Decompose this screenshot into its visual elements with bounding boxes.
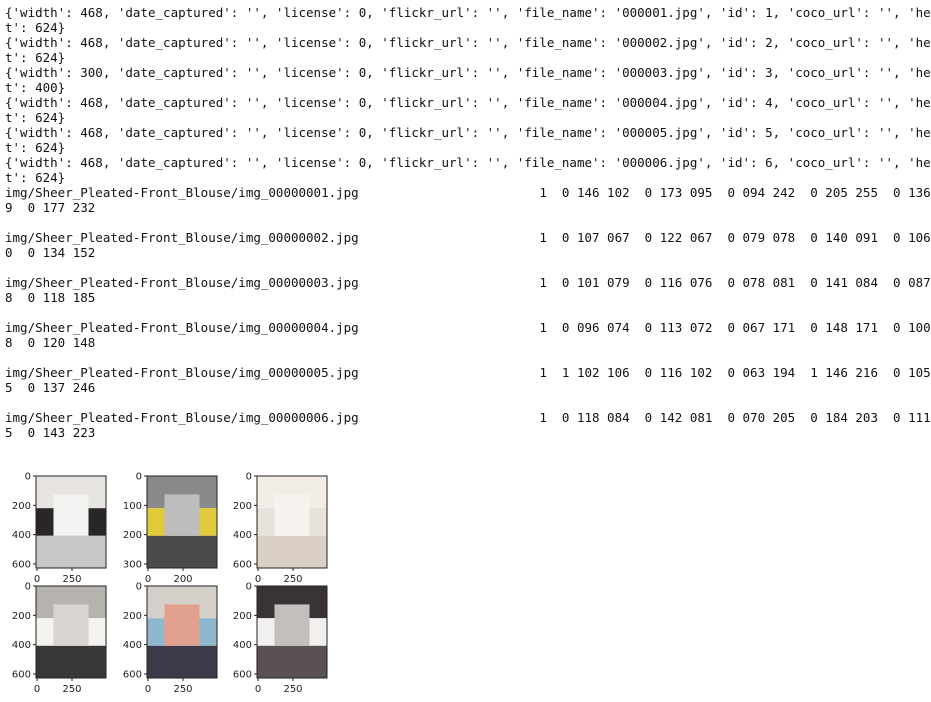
y-tick-label: 400 — [233, 530, 252, 541]
y-tick-label: 400 — [233, 640, 252, 651]
output-line: {'width': 468, 'date_captured': '', 'lic… — [5, 35, 931, 50]
image-region — [36, 645, 106, 678]
cell-output-text: {'width': 468, 'date_captured': '', 'lic… — [5, 5, 931, 440]
y-tick-label: 400 — [123, 640, 142, 651]
output-line: {'width': 468, 'date_captured': '', 'lic… — [5, 95, 931, 110]
y-tick-label: 0 — [25, 582, 31, 593]
thumbnail-image-1 — [36, 476, 106, 568]
y-tick-label: 100 — [123, 501, 142, 512]
y-tick-label: 400 — [12, 640, 31, 651]
output-line: 9 0 177 232 — [5, 200, 96, 215]
y-tick-label: 600 — [12, 670, 31, 681]
output-line: img/Sheer_Pleated-Front_Blouse/img_00000… — [5, 320, 931, 335]
y-tick-label: 0 — [136, 582, 142, 593]
x-tick-label: 0 — [255, 684, 261, 695]
output-line: 5 0 137 246 — [5, 380, 96, 395]
x-tick-label: 250 — [62, 574, 81, 585]
y-tick-label: 0 — [136, 472, 142, 483]
y-tick-label: 0 — [246, 472, 252, 483]
y-tick-label: 400 — [12, 530, 31, 541]
thumbnail-image-5 — [147, 586, 217, 678]
output-line: img/Sheer_Pleated-Front_Blouse/img_00000… — [5, 410, 931, 425]
y-tick-label: 0 — [25, 472, 31, 483]
x-tick-label: 0 — [145, 684, 151, 695]
output-line: t': 624} — [5, 140, 66, 155]
output-line: t': 624} — [5, 170, 66, 185]
y-tick-label: 200 — [123, 611, 142, 622]
output-line: img/Sheer_Pleated-Front_Blouse/img_00000… — [5, 365, 931, 380]
y-tick-label: 0 — [246, 582, 252, 593]
image-region — [164, 604, 200, 646]
y-tick-label: 200 — [12, 611, 31, 622]
output-line: img/Sheer_Pleated-Front_Blouse/img_00000… — [5, 230, 931, 245]
y-tick-label: 200 — [233, 611, 252, 622]
x-tick-label: 0 — [255, 574, 261, 585]
output-line: 0 0 134 152 — [5, 245, 96, 260]
y-tick-label: 600 — [123, 670, 142, 681]
image-region — [147, 535, 217, 568]
x-tick-label: 200 — [173, 574, 192, 585]
output-line: 8 0 118 185 — [5, 290, 96, 305]
output-line: t': 624} — [5, 110, 66, 125]
image-grid-figure: 02004006000 25001002003000 20002004006000 2… — [12, 472, 328, 695]
y-tick-label: 600 — [12, 560, 31, 571]
image-region — [257, 645, 327, 678]
image-region — [274, 604, 310, 646]
thumbnail-image-3 — [257, 476, 327, 568]
image-region — [147, 645, 217, 678]
y-tick-label: 200 — [233, 501, 252, 512]
output-line: t': 624} — [5, 50, 66, 65]
output-line: img/Sheer_Pleated-Front_Blouse/img_00000… — [5, 275, 931, 290]
image-region — [257, 535, 327, 568]
thumbnail-image-6 — [257, 586, 327, 678]
x-tick-label: 250 — [283, 574, 302, 585]
output-line: 5 0 143 223 — [5, 425, 96, 440]
output-line: {'width': 468, 'date_captured': '', 'lic… — [5, 5, 931, 20]
output-line: {'width': 468, 'date_captured': '', 'lic… — [5, 155, 931, 170]
output-line: t': 624} — [5, 20, 66, 35]
x-tick-label: 0 — [145, 574, 151, 585]
thumbnail-image-4 — [36, 586, 106, 678]
image-region — [274, 494, 310, 536]
x-tick-label: 0 — [34, 574, 40, 585]
image-region — [53, 604, 89, 646]
y-tick-label: 300 — [123, 560, 142, 571]
output-line: img/Sheer_Pleated-Front_Blouse/img_00000… — [5, 185, 931, 200]
x-tick-label: 250 — [283, 684, 302, 695]
x-tick-label: 250 — [173, 684, 192, 695]
x-tick-label: 250 — [62, 684, 81, 695]
thumbnail-image-2 — [147, 476, 217, 568]
output-line: {'width': 300, 'date_captured': '', 'lic… — [5, 65, 931, 80]
image-region — [164, 494, 200, 536]
output-line: 8 0 120 148 — [5, 335, 96, 350]
image-region — [53, 494, 89, 536]
y-tick-label: 200 — [12, 501, 31, 512]
output-line: {'width': 468, 'date_captured': '', 'lic… — [5, 125, 931, 140]
x-tick-label: 0 — [34, 684, 40, 695]
image-region — [36, 535, 106, 568]
y-tick-label: 600 — [233, 560, 252, 571]
y-tick-label: 200 — [123, 530, 142, 541]
output-line: t': 400} — [5, 80, 66, 95]
y-tick-label: 600 — [233, 670, 252, 681]
